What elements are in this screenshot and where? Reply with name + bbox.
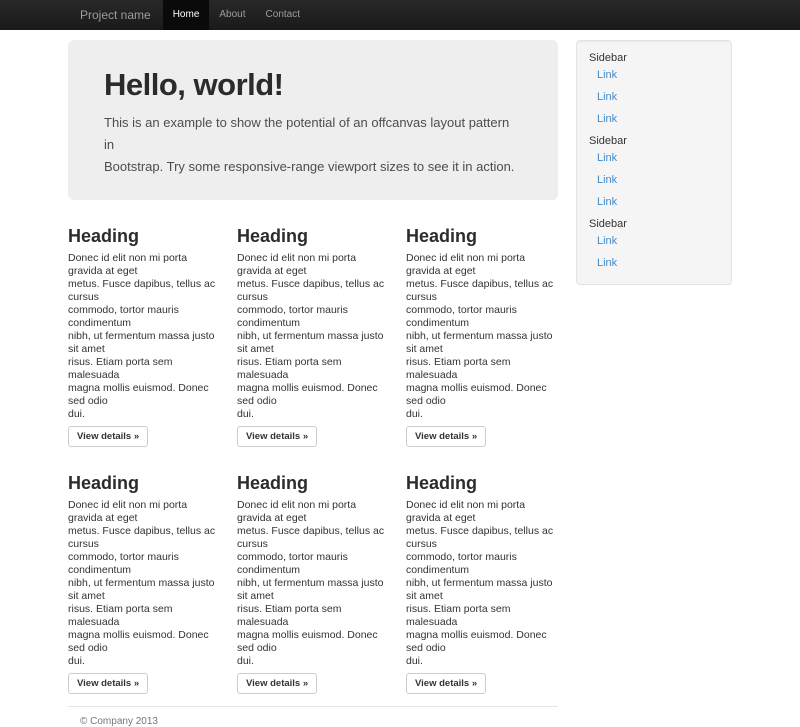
sidebar-link[interactable]: Link [589,90,719,104]
card-body: Donec id elit non mi porta gravida at eg… [68,252,220,421]
card-heading: Heading [406,472,558,494]
card-heading: Heading [406,225,558,247]
sidebar-group: Sidebar Link Link Link [589,51,719,126]
view-details-button[interactable]: View details » [68,673,148,694]
brand-link[interactable]: Project name [68,0,163,30]
card-body: Donec id elit non mi porta gravida at eg… [237,252,389,421]
card-heading: Heading [237,472,389,494]
card: Heading Donec id elit non mi porta gravi… [237,225,389,447]
sidebar-group: Sidebar Link Link [589,217,719,270]
jumbotron-title: Hello, world! [104,67,522,103]
nav-item-home[interactable]: Home [163,0,210,30]
sidebar-group-heading: Sidebar [589,217,719,231]
sidebar-link[interactable]: Link [589,112,719,126]
card-body: Donec id elit non mi porta gravida at eg… [406,499,558,668]
view-details-button[interactable]: View details » [237,673,317,694]
sidebar-group-heading: Sidebar [589,51,719,65]
view-details-button[interactable]: View details » [406,673,486,694]
sidebar-group-heading: Sidebar [589,134,719,148]
copyright-text: © Company 2013 [80,716,558,727]
card: Heading Donec id elit non mi porta gravi… [406,472,558,694]
sidebar-link[interactable]: Link [589,68,719,82]
card-body: Donec id elit non mi porta gravida at eg… [68,499,220,668]
card: Heading Donec id elit non mi porta gravi… [406,225,558,447]
card: Heading Donec id elit non mi porta gravi… [68,472,220,694]
content-row: Hello, world! This is an example to show… [68,40,732,727]
page-container: Hello, world! This is an example to show… [68,40,732,727]
card: Heading Donec id elit non mi porta gravi… [237,472,389,694]
navbar: Project name Home About Contact [0,0,800,30]
jumbotron-text: This is an example to show the potential… [104,112,522,178]
card: Heading Donec id elit non mi porta gravi… [68,225,220,447]
cards-row-1: Heading Donec id elit non mi porta gravi… [68,225,558,447]
card-heading: Heading [68,225,220,247]
sidebar-link[interactable]: Link [589,195,719,209]
card-body: Donec id elit non mi porta gravida at eg… [237,499,389,668]
sidebar-link[interactable]: Link [589,173,719,187]
sidebar-well: Sidebar Link Link Link Sidebar Link Link… [576,40,732,285]
card-heading: Heading [237,225,389,247]
card-body: Donec id elit non mi porta gravida at eg… [406,252,558,421]
sidebar-group: Sidebar Link Link Link [589,134,719,209]
nav-item-about[interactable]: About [209,0,255,30]
sidebar-link[interactable]: Link [589,151,719,165]
navbar-menu: Home About Contact [163,0,310,30]
cards-row-2: Heading Donec id elit non mi porta gravi… [68,472,558,694]
view-details-button[interactable]: View details » [406,426,486,447]
main-column: Hello, world! This is an example to show… [68,40,558,727]
footer: © Company 2013 [68,706,558,727]
view-details-button[interactable]: View details » [68,426,148,447]
sidebar-link[interactable]: Link [589,256,719,270]
jumbotron: Hello, world! This is an example to show… [68,40,558,200]
card-heading: Heading [68,472,220,494]
view-details-button[interactable]: View details » [237,426,317,447]
nav-item-contact[interactable]: Contact [256,0,310,30]
sidebar-link[interactable]: Link [589,234,719,248]
